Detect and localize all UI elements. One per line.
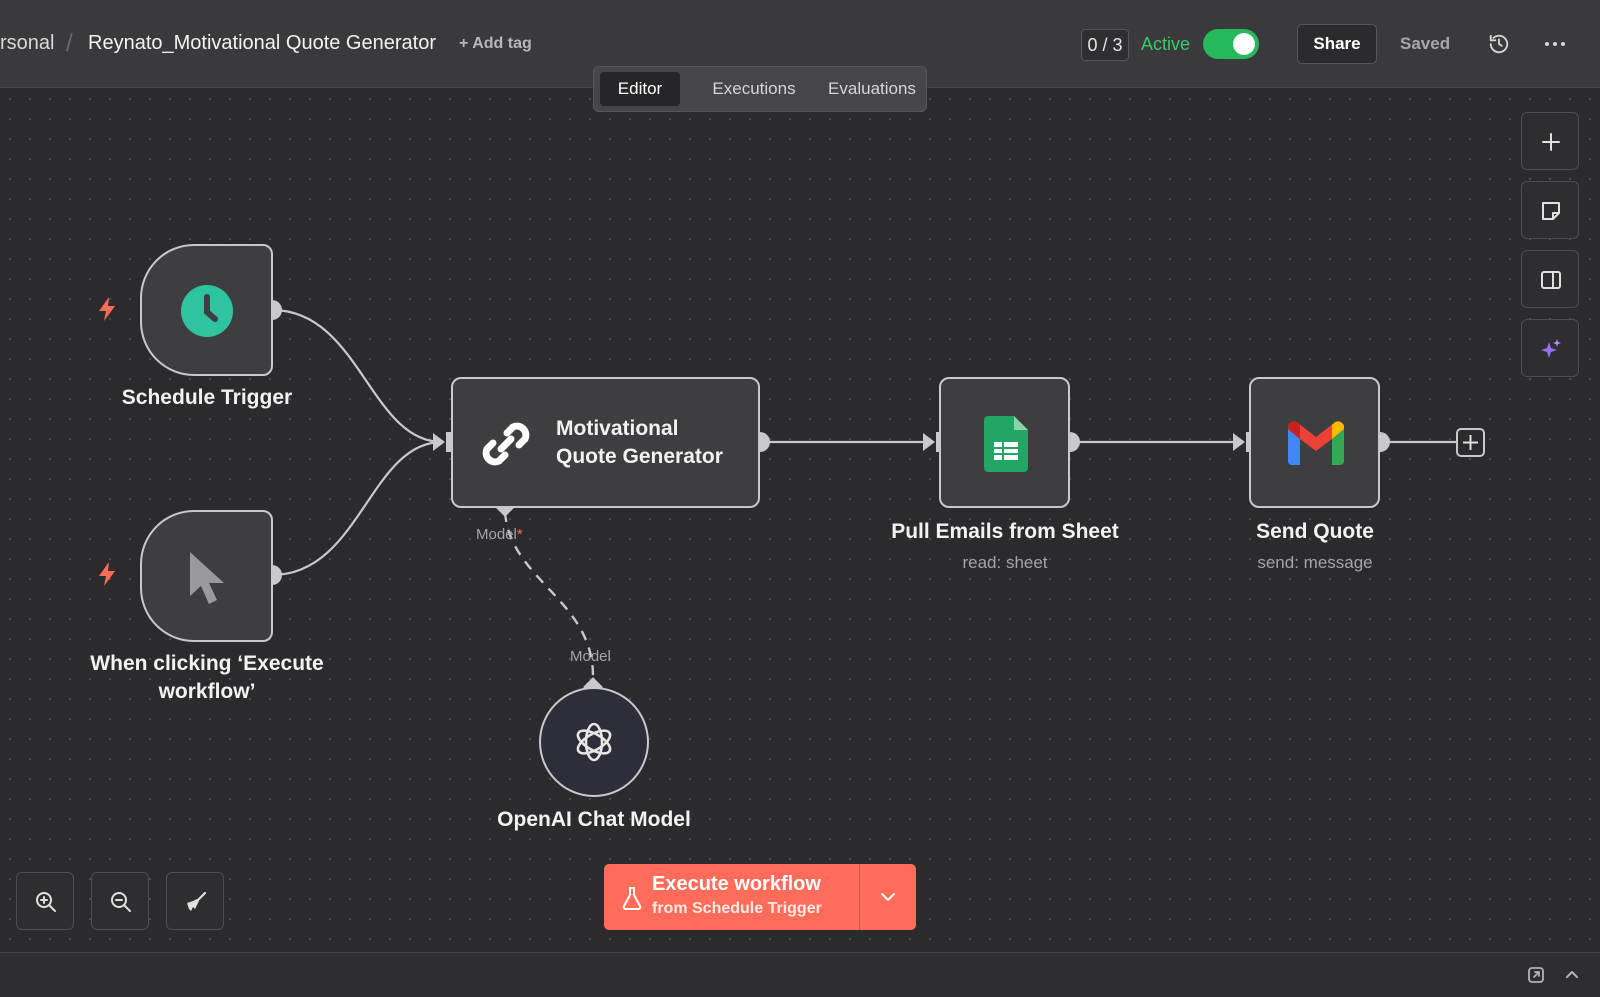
ai-assistant-button[interactable] [1521, 319, 1579, 377]
add-node-button[interactable] [1521, 112, 1579, 170]
chevron-down-icon [881, 893, 895, 901]
breadcrumb-separator: / [66, 30, 73, 57]
active-toggle[interactable] [1203, 29, 1259, 59]
tidy-up-button[interactable] [166, 872, 224, 930]
more-options-icon[interactable] [1542, 32, 1568, 56]
sheet-node-subtitle: read: sheet [962, 553, 1048, 572]
zoom-in-button[interactable] [16, 872, 74, 930]
manual-trigger-label-line2: workflow’ [158, 680, 256, 703]
node-schedule-trigger[interactable] [140, 244, 273, 376]
execute-workflow-main[interactable]: Execute workflow from Schedule Trigger [604, 864, 859, 930]
zoom-in-icon [36, 892, 56, 912]
broom-icon [187, 891, 207, 911]
sticky-note-icon [1542, 202, 1560, 220]
gmail-node-subtitle: send: message [1257, 553, 1373, 572]
plus-icon [1542, 133, 1560, 151]
openai-model-port-label: Model [570, 648, 611, 665]
toggle-side-panel-button[interactable] [1521, 250, 1579, 308]
add-tag-button[interactable]: + Add tag [459, 35, 532, 53]
agent-title-line2: Quote Generator [556, 445, 723, 468]
agent-title: Motivational Quote Generator [556, 415, 723, 471]
manual-trigger-label-line1: When clicking ‘Execute [90, 652, 324, 675]
zoom-out-button[interactable] [91, 872, 149, 930]
execute-workflow-button[interactable]: Execute workflow from Schedule Trigger [604, 864, 916, 930]
agent-model-port-label: Model* [476, 526, 523, 543]
workflow-name[interactable]: Reynato_Motivational Quote Generator [88, 32, 436, 55]
node-motivational-quote-generator[interactable]: Motivational Quote Generator [451, 377, 760, 508]
history-icon[interactable] [1488, 33, 1510, 55]
clock-icon [181, 285, 233, 337]
model-text: Model [476, 526, 517, 543]
pop-out-icon[interactable] [1527, 966, 1545, 984]
execute-workflow-subtitle: from Schedule Trigger [652, 900, 822, 917]
production-checklist-counter[interactable]: 0 / 3 [1081, 29, 1129, 61]
breadcrumb-parent[interactable]: rsonal [0, 32, 54, 55]
tab-editor[interactable]: Editor [600, 72, 680, 106]
share-button[interactable]: Share [1297, 24, 1377, 64]
node-send-quote[interactable] [1249, 377, 1380, 508]
active-label: Active [1141, 34, 1191, 54]
zoom-out-icon [111, 892, 131, 912]
agent-title-line1: Motivational [556, 417, 679, 440]
required-marker: * [516, 526, 523, 543]
trigger-bolt-icon [99, 297, 115, 321]
flask-icon [622, 887, 642, 910]
tab-executions[interactable]: Executions [686, 72, 822, 106]
execute-workflow-title: Execute workflow [652, 873, 821, 895]
gmail-node-label: Send Quote [1256, 520, 1374, 543]
openai-icon [576, 722, 612, 762]
trigger-bolt-icon [99, 562, 115, 586]
view-tabs: Editor Executions Evaluations [593, 66, 927, 112]
node-manual-trigger[interactable] [140, 510, 273, 642]
chain-link-icon [482, 422, 530, 466]
toggle-knob [1233, 33, 1255, 55]
google-sheets-icon [984, 416, 1028, 472]
sheet-node-label: Pull Emails from Sheet [891, 520, 1119, 543]
manual-trigger-label: When clicking ‘Execute workflow’ [60, 650, 354, 706]
saved-status: Saved [1400, 34, 1451, 53]
sparkle-icon [1541, 339, 1561, 358]
add-sticky-note-button[interactable] [1521, 181, 1579, 239]
schedule-trigger-label: Schedule Trigger [121, 386, 293, 409]
bottom-panel-bar [0, 952, 1600, 997]
side-panel-icon [1541, 271, 1561, 289]
tab-evaluations[interactable]: Evaluations [826, 72, 918, 106]
chevron-up-icon[interactable] [1563, 966, 1581, 984]
gmail-icon [1288, 421, 1344, 465]
node-openai-chat-model[interactable] [539, 687, 649, 797]
openai-node-label: OpenAI Chat Model [497, 808, 691, 831]
execute-trigger-dropdown[interactable] [860, 864, 916, 930]
node-pull-emails-from-sheet[interactable] [939, 377, 1070, 508]
cursor-icon [190, 552, 224, 604]
